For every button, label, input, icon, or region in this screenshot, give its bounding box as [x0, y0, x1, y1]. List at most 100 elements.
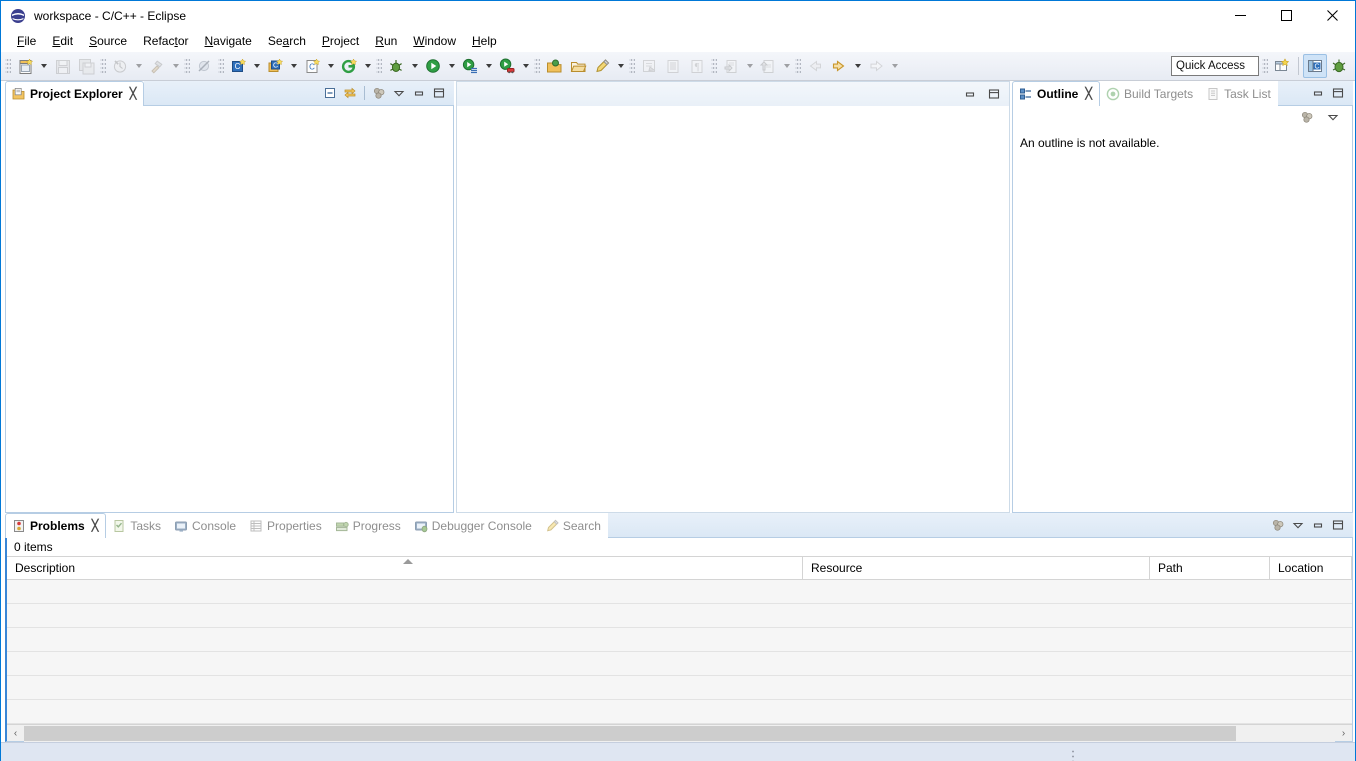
maximize-icon[interactable]: [1329, 516, 1347, 534]
focus-task-icon[interactable]: [370, 84, 388, 102]
open-resource-button[interactable]: [566, 54, 590, 78]
menu-item-refactor[interactable]: Refactor: [135, 32, 196, 50]
horizontal-scrollbar[interactable]: ‹ ›: [7, 724, 1352, 742]
tab-console[interactable]: Console: [168, 513, 243, 538]
table-row[interactable]: [7, 676, 1352, 700]
close-icon[interactable]: ╳: [130, 88, 137, 100]
tab-progress[interactable]: Progress: [329, 513, 408, 538]
tab-tasks[interactable]: Tasks: [106, 513, 168, 538]
dropdown-arrow-icon[interactable]: [614, 54, 627, 78]
toolbar-grip[interactable]: [795, 57, 801, 75]
tab-properties[interactable]: Properties: [243, 513, 329, 538]
table-row[interactable]: [7, 700, 1352, 724]
view-menu-icon[interactable]: [1324, 108, 1342, 126]
new-source-file-button[interactable]: C: [300, 54, 324, 78]
last-edit-location-button[interactable]: [864, 54, 888, 78]
menu-item-window[interactable]: Window: [405, 32, 464, 50]
dropdown-arrow-icon[interactable]: [408, 54, 421, 78]
close-window-button[interactable]: [1309, 1, 1355, 30]
editor-canvas[interactable]: [456, 106, 1010, 513]
dropdown-arrow-icon[interactable]: [445, 54, 458, 78]
menu-item-help[interactable]: Help: [464, 32, 505, 50]
scroll-left-arrow-icon[interactable]: ‹: [7, 725, 24, 742]
scrollbar-track[interactable]: [24, 724, 1335, 742]
dropdown-arrow-icon[interactable]: [519, 54, 532, 78]
maximize-window-button[interactable]: [1263, 1, 1309, 30]
table-row[interactable]: [7, 628, 1352, 652]
quick-access-input[interactable]: Quick Access: [1171, 56, 1259, 76]
dropdown-arrow-icon[interactable]: [37, 54, 50, 78]
scroll-right-arrow-icon[interactable]: ›: [1335, 725, 1352, 742]
tab-project-explorer[interactable]: Project Explorer ╳: [5, 81, 145, 106]
minimize-icon[interactable]: [1309, 84, 1327, 102]
toggle-mark-occurrences-button[interactable]: ¶: [685, 54, 709, 78]
minimize-window-button[interactable]: [1217, 1, 1263, 30]
column-header-resource[interactable]: Resource: [803, 557, 1150, 579]
resize-grip-icon[interactable]: [1071, 749, 1075, 761]
maximize-icon[interactable]: [985, 85, 1003, 103]
scrollbar-thumb[interactable]: [24, 725, 1236, 741]
search-marker-button[interactable]: [590, 54, 614, 78]
dropdown-arrow-icon[interactable]: [361, 54, 374, 78]
collapse-all-icon[interactable]: [321, 84, 339, 102]
skip-breakpoints-button[interactable]: [192, 54, 216, 78]
close-icon[interactable]: ╳: [92, 520, 99, 532]
run-button[interactable]: [421, 54, 445, 78]
open-perspective-button[interactable]: [1270, 54, 1294, 78]
toolbar-grip[interactable]: [711, 57, 717, 75]
focus-task-icon[interactable]: [1298, 108, 1316, 126]
build-button[interactable]: [145, 54, 169, 78]
dropdown-arrow-icon[interactable]: [851, 54, 864, 78]
maximize-icon[interactable]: [430, 84, 448, 102]
view-menu-icon[interactable]: [390, 84, 408, 102]
tab-task-list[interactable]: Task List: [1200, 81, 1278, 106]
build-all-button[interactable]: [108, 54, 132, 78]
focus-task-icon[interactable]: [1269, 516, 1287, 534]
toolbar-grip[interactable]: [1262, 57, 1268, 75]
tab-outline[interactable]: Outline ╳: [1012, 81, 1100, 106]
perspective-c-cpp-button[interactable]: C: [1303, 54, 1327, 78]
tab-build-targets[interactable]: Build Targets: [1100, 81, 1200, 106]
forward-history-button[interactable]: [827, 54, 851, 78]
back-history-button[interactable]: [803, 54, 827, 78]
new-class-button[interactable]: C: [263, 54, 287, 78]
dropdown-arrow-icon[interactable]: [888, 54, 901, 78]
debug-button[interactable]: [384, 54, 408, 78]
menu-item-edit[interactable]: Edit: [44, 32, 81, 50]
project-explorer-tree[interactable]: [5, 106, 454, 513]
minimize-icon[interactable]: [961, 85, 979, 103]
toolbar-grip[interactable]: [218, 57, 224, 75]
minimize-icon[interactable]: [1309, 516, 1327, 534]
menu-item-run[interactable]: Run: [367, 32, 405, 50]
tab-debugger-console[interactable]: Debugger Console: [408, 513, 539, 538]
tab-problems[interactable]: Problems ╳: [5, 513, 107, 538]
table-row[interactable]: [7, 604, 1352, 628]
dropdown-arrow-icon[interactable]: [169, 54, 182, 78]
run-validation-button[interactable]: [458, 54, 482, 78]
save-all-button[interactable]: [74, 54, 98, 78]
toolbar-grip[interactable]: [100, 57, 106, 75]
save-button[interactable]: [50, 54, 74, 78]
close-icon[interactable]: ╳: [1085, 88, 1092, 100]
dropdown-arrow-icon[interactable]: [132, 54, 145, 78]
tab-search[interactable]: Search: [539, 513, 608, 538]
column-header-location[interactable]: Location: [1270, 557, 1352, 579]
open-element-button[interactable]: [542, 54, 566, 78]
dropdown-arrow-icon[interactable]: [743, 54, 756, 78]
link-with-editor-icon[interactable]: [341, 84, 359, 102]
problems-table-rows[interactable]: [7, 580, 1352, 724]
menu-item-search[interactable]: Search: [260, 32, 314, 50]
table-row[interactable]: [7, 652, 1352, 676]
dropdown-arrow-icon[interactable]: [482, 54, 495, 78]
toolbar-grip[interactable]: [629, 57, 635, 75]
new-c-cpp-project-button[interactable]: C: [226, 54, 250, 78]
dropdown-arrow-icon[interactable]: [287, 54, 300, 78]
menu-item-source[interactable]: Source: [81, 32, 135, 50]
new-git-button[interactable]: [337, 54, 361, 78]
menu-item-navigate[interactable]: Navigate: [196, 32, 259, 50]
toolbar-grip[interactable]: [534, 57, 540, 75]
menu-item-file[interactable]: File: [9, 32, 44, 50]
menu-item-project[interactable]: Project: [314, 32, 367, 50]
toolbar-grip[interactable]: [184, 57, 190, 75]
minimize-icon[interactable]: [410, 84, 428, 102]
